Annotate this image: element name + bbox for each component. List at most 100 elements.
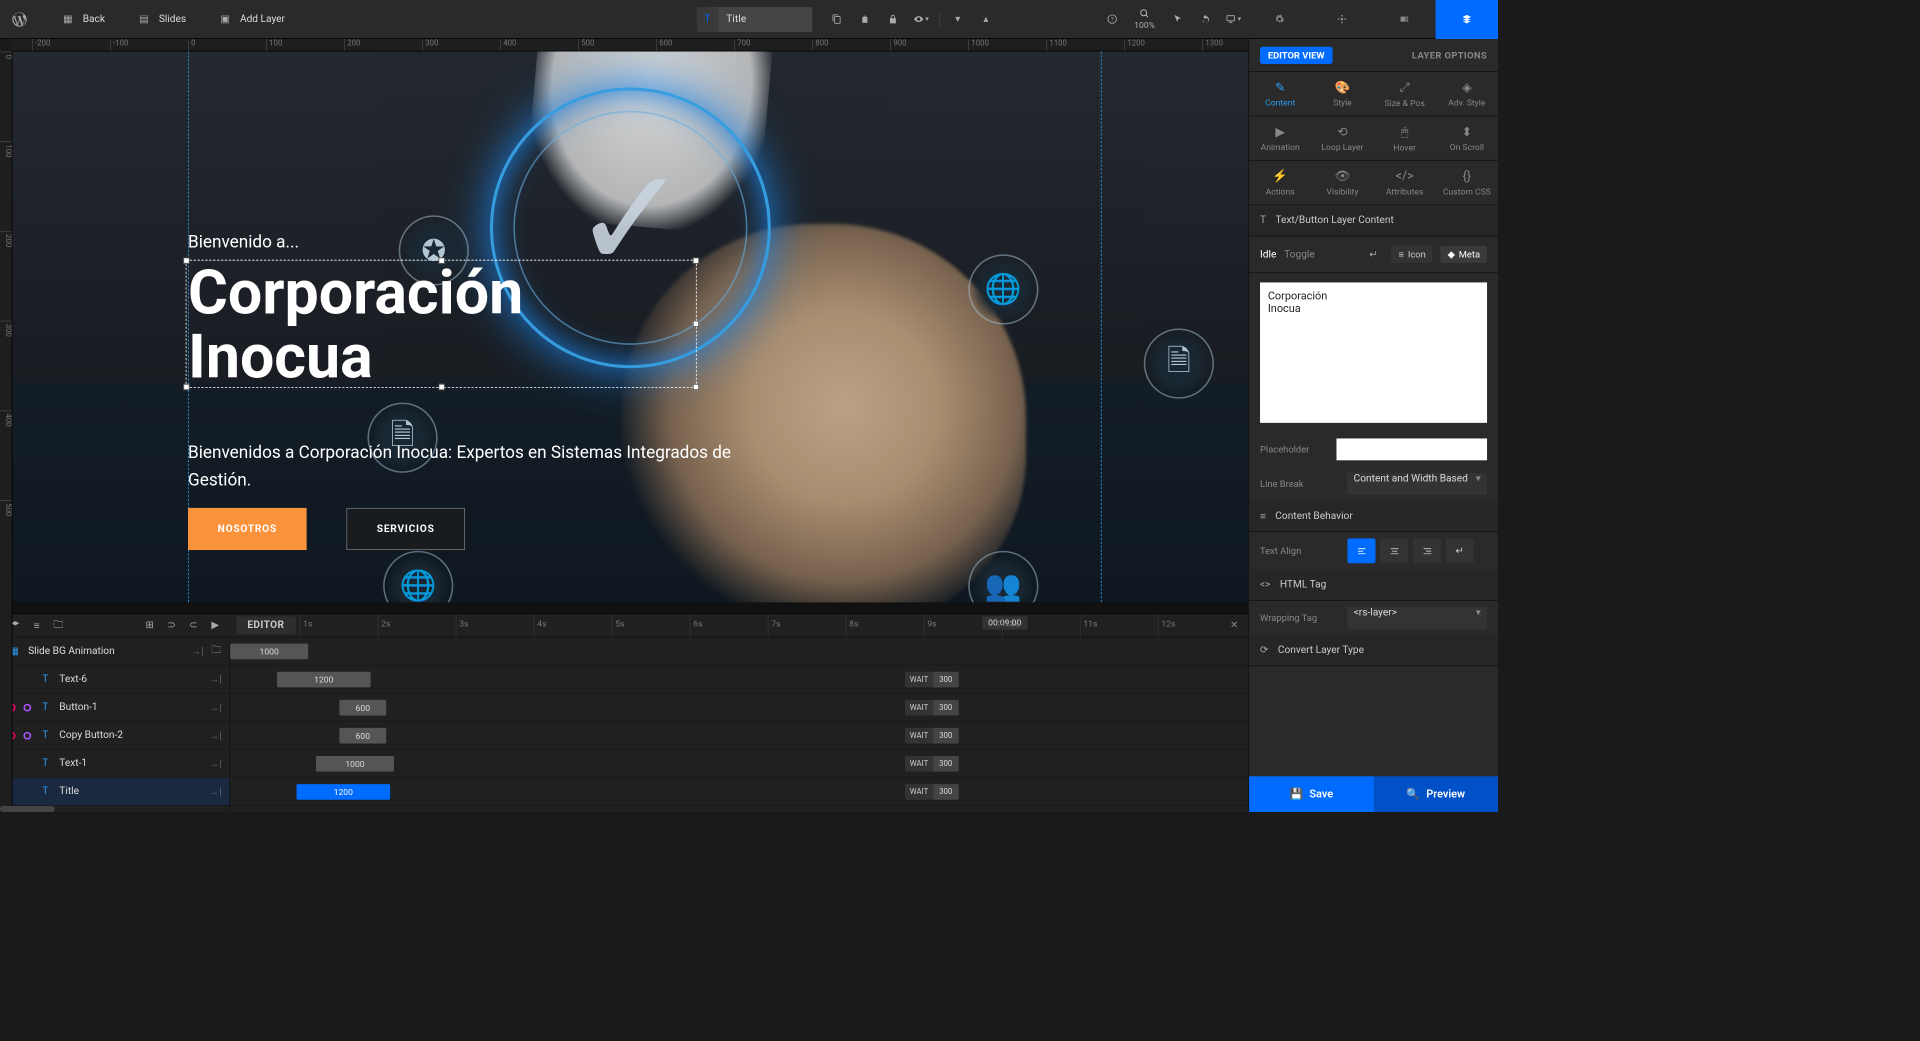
timeline-layer-row[interactable]: TButton-1→| [0, 694, 229, 722]
slides-button[interactable]: ▤Slides [123, 0, 200, 39]
layer-options-label[interactable]: LAYER OPTIONS [1412, 50, 1487, 61]
zoom-control[interactable]: 100% [1127, 8, 1163, 30]
panel-tab-loop-layer[interactable]: ⟲Loop Layer [1311, 116, 1373, 160]
section-content-behavior[interactable]: ≡Content Behavior [1249, 501, 1498, 532]
wait-marker[interactable]: WAIT300 [905, 784, 959, 800]
clip-icon[interactable]: ⊂ [183, 615, 203, 635]
panel-tab-content[interactable]: ✎Content [1249, 72, 1311, 116]
wrapping-tag-select[interactable]: <rs-layer> [1347, 607, 1487, 629]
animation-bar[interactable]: 600 [339, 728, 386, 744]
duplicate-icon[interactable] [824, 6, 851, 33]
timeline-layer-row[interactable]: TCopy Button-2→| [0, 722, 229, 750]
linebreak-label: Line Break [1260, 478, 1338, 489]
wait-marker[interactable]: WAIT300 [905, 700, 959, 716]
section-text-content[interactable]: TText/Button Layer Content [1249, 205, 1498, 236]
panel-tab-style[interactable]: 🎨Style [1311, 72, 1373, 116]
chevron-right-icon: →| [191, 645, 204, 657]
wait-marker[interactable]: WAIT300 [905, 756, 959, 772]
panel-tab-hover[interactable]: 🖱Hover [1374, 116, 1436, 160]
undo-icon[interactable] [1192, 6, 1219, 33]
align-left-icon[interactable] [1347, 538, 1375, 563]
timeline-layer-row[interactable]: TText-1→| [0, 750, 229, 778]
text-align-buttons: ↵ [1347, 538, 1473, 563]
folder-icon[interactable]: 🗀 [48, 615, 68, 635]
panel-tab-actions[interactable]: ⚡Actions [1249, 161, 1311, 205]
panel-tab-adv-style[interactable]: ◈Adv. Style [1436, 72, 1498, 116]
desktop-preview-icon[interactable]: ▾ [1220, 6, 1247, 33]
editor-view-badge[interactable]: EDITOR VIEW [1260, 46, 1332, 63]
wait-marker[interactable]: WAIT300 [905, 728, 959, 744]
layer-up-icon[interactable]: ▴ [973, 6, 1000, 33]
timeline-track-row[interactable]: 1000 [230, 637, 1248, 665]
welcome-text[interactable]: Bienvenido a... [188, 232, 299, 252]
timeline-ruler[interactable]: 00:09:00 1s2s3s4s5s6s7s8s9s10s11s12s [295, 614, 1220, 637]
slide-mode-icon[interactable] [1373, 0, 1435, 39]
align-right-icon[interactable] [1413, 538, 1441, 563]
align-wrap-icon[interactable]: ↵ [1446, 538, 1474, 563]
snap-icon[interactable]: ⊞ [140, 615, 160, 635]
add-layer-button[interactable]: ▣Add Layer [204, 0, 299, 39]
panel-tab-animation[interactable]: ▶Animation [1249, 116, 1311, 160]
wait-marker[interactable]: WAIT300 [905, 672, 959, 688]
animation-bar[interactable]: 1000 [230, 644, 308, 660]
play-icon[interactable]: ▶ [205, 615, 225, 635]
meta-chip[interactable]: ◆ Meta [1441, 246, 1487, 263]
add-layer-icon: ▣ [218, 12, 232, 26]
timeline-layer-name: Slide BG Animation [28, 645, 183, 657]
description-text[interactable]: Bienvenidos a Corporación Inocua: Expert… [188, 439, 731, 494]
settings-mode-icon[interactable] [1248, 0, 1310, 39]
selection-box[interactable] [186, 260, 697, 388]
panel-tab-attributes[interactable]: </>Attributes [1374, 161, 1436, 205]
toggle-tab[interactable]: Toggle [1284, 246, 1315, 262]
panel-tab-custom-css[interactable]: {}Custom CSS [1436, 161, 1498, 205]
timeline-tracks[interactable]: 1000 1200 WAIT300 600 WAIT300 600 WAIT300 1000 W… [230, 637, 1248, 812]
timeline-close-icon[interactable]: ✕ [1220, 619, 1248, 631]
nosotros-button[interactable]: NOSOTROS [188, 508, 307, 550]
panel-tab-size-pos[interactable]: ⤢Size & Pos [1374, 72, 1436, 116]
animation-bar[interactable]: 1200 [277, 672, 371, 688]
navigation-mode-icon[interactable] [1311, 0, 1373, 39]
slides-label: Slides [159, 13, 186, 25]
magnet-icon[interactable]: ⊃ [162, 615, 182, 635]
timeline-editor-tab[interactable]: EDITOR [236, 616, 295, 634]
layer-name-input[interactable] [718, 7, 812, 32]
slide-stage[interactable]: ✓ ✪ 🗎 🌐 🌐 🗎 👥 Bienvenido a... Corporació… [12, 51, 1248, 602]
save-button[interactable]: 💾Save [1249, 776, 1373, 812]
timeline-track-row[interactable]: 600 WAIT300 [230, 722, 1248, 750]
timeline-track-row[interactable]: 600 WAIT300 [230, 694, 1248, 722]
timeline-track-row[interactable]: 1000 WAIT300 [230, 750, 1248, 778]
wordpress-logo-icon[interactable] [0, 0, 39, 39]
cursor-tool-icon[interactable] [1164, 6, 1191, 33]
preview-button[interactable]: 🔍Preview [1374, 776, 1498, 812]
layer-down-icon[interactable]: ▾ [945, 6, 972, 33]
help-icon[interactable]: ? [1099, 6, 1126, 33]
visibility-icon[interactable]: ▾ [908, 6, 935, 33]
timeline-layer-row[interactable]: TText-6→| [0, 666, 229, 694]
linebreak-select[interactable]: Content and Width Based [1347, 473, 1487, 495]
panel-tab-on-scroll[interactable]: ⬍On Scroll [1436, 116, 1498, 160]
timeline-track-row[interactable]: 1200 WAIT300 [230, 666, 1248, 694]
align-center-icon[interactable] [1380, 538, 1408, 563]
section-convert-layer[interactable]: ⟳Convert Layer Type [1249, 635, 1498, 666]
layer-mode-icon[interactable] [1436, 0, 1498, 39]
placeholder-field: Placeholder [1249, 432, 1498, 466]
icon-chip[interactable]: ≡ Icon [1391, 246, 1432, 263]
lock-icon[interactable] [880, 6, 907, 33]
timeline-layer-row[interactable]: TTitle→| [0, 778, 229, 806]
canvas-viewport[interactable]: ✓ ✪ 🗎 🌐 🌐 🗎 👥 Bienvenido a... Corporació… [12, 51, 1248, 613]
animation-bar[interactable]: 1200 [296, 784, 390, 800]
animation-bar[interactable]: 600 [339, 700, 386, 716]
back-button[interactable]: ▦Back [47, 0, 119, 39]
panel-tab-visibility[interactable]: 👁Visibility [1311, 161, 1373, 205]
servicios-button[interactable]: SERVICIOS [346, 508, 465, 550]
section-html-tag[interactable]: <>HTML Tag [1249, 570, 1498, 601]
layer-content-textarea[interactable] [1260, 282, 1487, 422]
animation-bar[interactable]: 1000 [316, 756, 394, 772]
timeline-layer-row[interactable]: ▦Slide BG Animation→|🗀 [0, 637, 229, 665]
idle-tab[interactable]: Idle [1260, 246, 1276, 262]
insert-linebreak-icon[interactable]: ↵ [1363, 244, 1383, 264]
placeholder-input[interactable] [1336, 438, 1487, 460]
timeline-track-row[interactable]: 1200 WAIT300 [230, 778, 1248, 806]
delete-icon[interactable] [852, 6, 879, 33]
list-icon[interactable]: ≡ [27, 615, 47, 635]
